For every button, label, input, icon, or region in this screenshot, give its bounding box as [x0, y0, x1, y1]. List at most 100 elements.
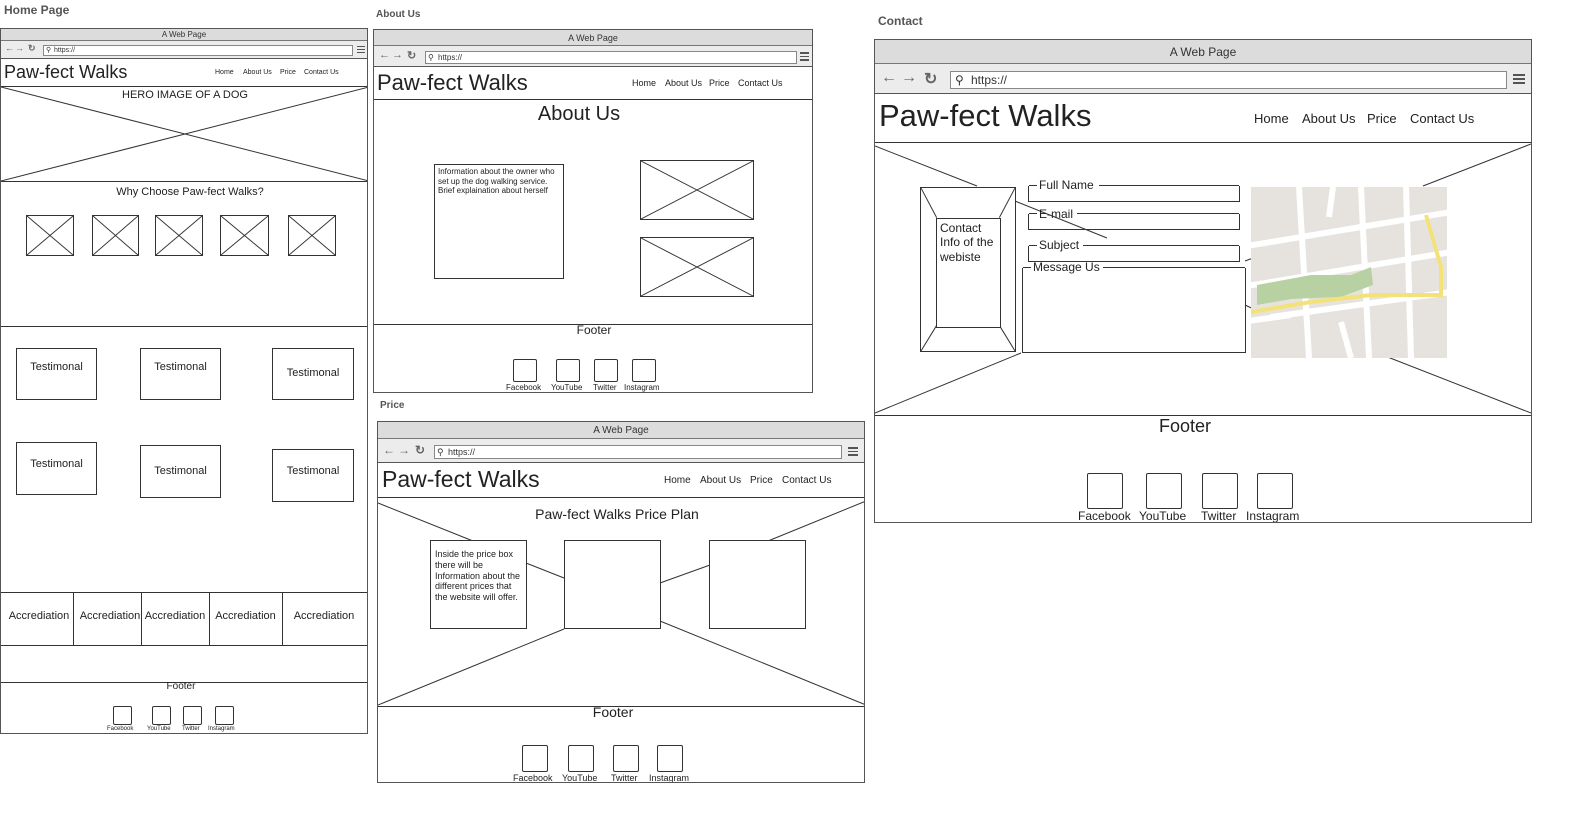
site-brand[interactable]: Paw-fect Walks	[377, 70, 528, 96]
facebook-icon[interactable]	[513, 359, 537, 382]
forward-arrow-icon[interactable]: →	[392, 49, 403, 61]
twitter-icon[interactable]	[1202, 473, 1238, 509]
nav-home[interactable]: Home	[1254, 111, 1289, 126]
back-arrow-icon[interactable]: ←	[379, 49, 390, 61]
url-bar[interactable]: ⚲ https://	[950, 71, 1507, 89]
social-label: Twitter	[593, 383, 617, 392]
window-titlebar: A Web Page	[378, 422, 864, 439]
footer-label: Footer	[1158, 416, 1212, 436]
url-text: https://	[448, 447, 476, 457]
facebook-icon[interactable]	[522, 745, 548, 772]
nav-about-us[interactable]: About Us	[243, 69, 272, 76]
forward-arrow-icon[interactable]: →	[15, 43, 24, 53]
social-label: Facebook	[513, 773, 553, 783]
social-label: Instagram	[1246, 509, 1300, 523]
feature-image-1	[26, 215, 74, 256]
hamburger-menu-icon[interactable]	[800, 52, 809, 63]
social-label: Instagram	[649, 773, 690, 783]
search-icon: ⚲	[437, 447, 444, 457]
price-box-1: Inside the price box there will be Infor…	[430, 540, 527, 629]
message-label: Message Us	[1033, 260, 1100, 274]
facebook-icon[interactable]	[1087, 473, 1123, 509]
nav-contact-us[interactable]: Contact Us	[1410, 111, 1474, 126]
testimonial-card: Testimonal	[272, 348, 354, 400]
youtube-icon[interactable]	[152, 706, 171, 725]
nav-about-us[interactable]: About Us	[700, 475, 741, 486]
forward-arrow-icon[interactable]: →	[398, 443, 410, 457]
instagram-icon[interactable]	[215, 706, 234, 725]
search-icon: ⚲	[955, 73, 964, 87]
nav-about-us[interactable]: About Us	[665, 78, 702, 88]
nav-about-us[interactable]: About Us	[1302, 111, 1355, 126]
nav-home[interactable]: Home	[632, 78, 656, 88]
url-bar[interactable]: ⚲ https://	[434, 445, 842, 459]
nav-price[interactable]: Price	[709, 78, 730, 88]
browser-toolbar: ← → ↻ ⚲ https://	[378, 439, 864, 463]
youtube-icon[interactable]	[568, 745, 594, 772]
social-label: Facebook	[506, 383, 542, 392]
instagram-icon[interactable]	[657, 745, 683, 772]
social-label: Twitter	[1201, 509, 1237, 523]
browser-toolbar: ← → ↻ ⚲ https://	[1, 41, 367, 59]
footer-label: Footer	[166, 681, 196, 692]
hamburger-menu-icon[interactable]	[848, 447, 858, 458]
about-page-caption: About Us	[376, 9, 421, 20]
youtube-icon[interactable]	[1146, 473, 1182, 509]
full-name-label: Full Name	[1039, 178, 1094, 192]
hero-divider	[1, 181, 367, 182]
nav-price[interactable]: Price	[280, 69, 296, 76]
feature-image-4	[220, 215, 269, 256]
window-titlebar: A Web Page	[374, 30, 812, 46]
nav-contact-us[interactable]: Contact Us	[304, 69, 339, 76]
nav-home[interactable]: Home	[664, 475, 691, 486]
nav-contact-us[interactable]: Contact Us	[738, 78, 783, 88]
youtube-icon[interactable]	[556, 359, 580, 382]
facebook-icon[interactable]	[113, 706, 132, 725]
nav-contact-us[interactable]: Contact Us	[782, 475, 831, 486]
forward-arrow-icon[interactable]: →	[901, 69, 917, 87]
url-bar[interactable]: ⚲ https://	[425, 51, 797, 64]
header-divider	[374, 99, 812, 100]
accreditation-item: Accrediation	[8, 610, 70, 622]
back-arrow-icon[interactable]: ←	[383, 443, 395, 457]
url-text: https://	[438, 53, 463, 62]
why-choose-heading: Why Choose Paw-fect Walks?	[116, 186, 264, 198]
price-box-3	[709, 540, 806, 629]
instagram-icon[interactable]	[632, 359, 656, 382]
about-image-1	[640, 160, 754, 220]
social-label: Twitter	[182, 726, 200, 732]
url-bar[interactable]: ⚲ https://	[43, 45, 353, 56]
footer-label: Footer	[592, 704, 634, 720]
reload-icon[interactable]: ↻	[924, 69, 937, 89]
twitter-icon[interactable]	[613, 745, 639, 772]
testimonial-card: Testimonal	[140, 348, 221, 400]
back-arrow-icon[interactable]: ←	[881, 69, 897, 87]
accreditation-bottom-line	[1, 645, 367, 646]
nav-price[interactable]: Price	[750, 475, 773, 486]
testimonial-card: Testimonal	[272, 449, 354, 502]
subject-label: Subject	[1039, 238, 1080, 252]
message-textarea[interactable]	[1022, 267, 1246, 353]
site-brand[interactable]: Paw-fect Walks	[4, 62, 127, 83]
social-label: YouTube	[562, 773, 598, 783]
hamburger-menu-icon[interactable]	[357, 46, 365, 55]
nav-price[interactable]: Price	[1367, 111, 1397, 126]
site-brand[interactable]: Paw-fect Walks	[879, 98, 1091, 134]
contact-page-wireframe: A Web Page ← → ↻ ⚲ https:// Paw-fect Wal…	[874, 39, 1532, 523]
social-label: YouTube	[551, 383, 583, 392]
site-brand[interactable]: Paw-fect Walks	[382, 466, 540, 493]
hamburger-menu-icon[interactable]	[1513, 74, 1525, 86]
social-label: Facebook	[107, 726, 134, 732]
back-arrow-icon[interactable]: ←	[5, 43, 14, 53]
accreditation-item: Accrediation	[79, 610, 141, 622]
twitter-icon[interactable]	[594, 359, 618, 382]
window-titlebar: A Web Page	[875, 40, 1531, 64]
location-map[interactable]	[1251, 187, 1447, 358]
nav-home[interactable]: Home	[215, 69, 234, 76]
reload-icon[interactable]: ↻	[28, 43, 36, 54]
reload-icon[interactable]: ↻	[407, 49, 416, 62]
instagram-icon[interactable]	[1257, 473, 1293, 509]
accreditation-item: Accrediation	[144, 610, 206, 622]
twitter-icon[interactable]	[183, 706, 202, 725]
reload-icon[interactable]: ↻	[415, 443, 425, 457]
